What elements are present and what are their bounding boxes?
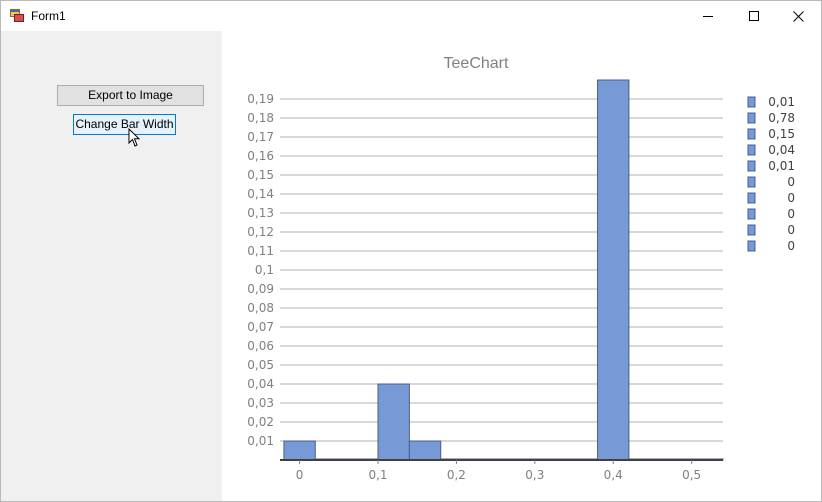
maximize-icon (748, 10, 759, 21)
window-title: Form1 (31, 9, 66, 23)
legend-label: 0,15 (768, 127, 795, 141)
mouse-cursor-icon (128, 128, 141, 147)
bar (377, 383, 410, 461)
y-tick-label: 0,11 (247, 244, 274, 258)
legend-label: 0 (787, 223, 795, 237)
y-tick-label: 0,12 (247, 225, 274, 239)
y-tick-label: 0,02 (247, 415, 274, 429)
legend-swatch (747, 240, 756, 252)
close-button[interactable] (775, 1, 821, 31)
y-tick-label: 0,15 (247, 168, 274, 182)
maximize-button[interactable] (731, 1, 777, 31)
y-tick-label: 0,07 (247, 320, 274, 334)
control-panel: Export to Image Change Bar Width (1, 31, 222, 501)
app-window: Form1 Export to Image Change Bar Width T… (0, 0, 822, 502)
y-tick-label: 0,14 (247, 187, 274, 201)
close-icon (792, 10, 804, 22)
change-bar-width-button[interactable]: Change Bar Width (73, 114, 176, 135)
y-tick-label: 0,06 (247, 339, 274, 353)
x-tick-label: 0 (296, 468, 304, 482)
legend-label: 0 (787, 175, 795, 189)
x-tick-label: 0,3 (525, 468, 544, 482)
legend-swatch (747, 144, 756, 156)
legend-swatch (747, 160, 756, 172)
legend-label: 0 (787, 207, 795, 221)
x-tick-label: 0,4 (604, 468, 623, 482)
teechart-panel: TeeChart 0,01 0,02 0,03 0,04 0,05 0,06 0,07 0,0… (222, 31, 821, 501)
legend-label: 0 (787, 191, 795, 205)
x-tick-label: 0,2 (447, 468, 466, 482)
title-bar[interactable]: Form1 (1, 1, 821, 31)
legend-label: 0,01 (768, 95, 795, 109)
legend-swatch (747, 224, 756, 236)
y-tick-label: 0,03 (247, 396, 274, 410)
legend-label: 0,01 (768, 159, 795, 173)
bar (283, 440, 316, 461)
y-tick-label: 0,13 (247, 206, 274, 220)
y-tick-label: 0,09 (247, 282, 274, 296)
legend-swatch (747, 96, 756, 108)
x-tick-label: 0,5 (682, 468, 701, 482)
y-tick-label: 0,16 (247, 149, 274, 163)
y-tick-label: 0,18 (247, 111, 274, 125)
legend-label: 0,04 (768, 143, 795, 157)
export-to-image-button[interactable]: Export to Image (57, 85, 204, 106)
y-tick-label: 0,1 (255, 263, 274, 277)
x-tick-label: 0,1 (368, 468, 387, 482)
y-tick-label: 0,04 (247, 377, 274, 391)
legend-swatch (747, 176, 756, 188)
legend-label: 0 (787, 239, 795, 253)
legend-label: 0,78 (768, 111, 795, 125)
bar (408, 440, 442, 461)
legend-swatch (747, 128, 756, 140)
y-tick-label: 0,05 (247, 358, 274, 372)
y-tick-label: 0,19 (247, 92, 274, 106)
legend-swatch (747, 192, 756, 204)
y-tick-label: 0,01 (247, 434, 274, 448)
form-app-icon (10, 9, 24, 22)
y-tick-label: 0,17 (247, 130, 274, 144)
legend-swatch (747, 112, 756, 124)
y-tick-label: 0,08 (247, 301, 274, 315)
legend-swatch (747, 208, 756, 220)
minimize-icon (702, 15, 713, 17)
minimize-button[interactable] (685, 1, 731, 31)
chart-svg: TeeChart 0,01 0,02 0,03 0,04 0,05 0,06 0,07 0,0… (247, 55, 795, 482)
bar (597, 79, 630, 461)
chart-title: TeeChart (444, 55, 509, 72)
